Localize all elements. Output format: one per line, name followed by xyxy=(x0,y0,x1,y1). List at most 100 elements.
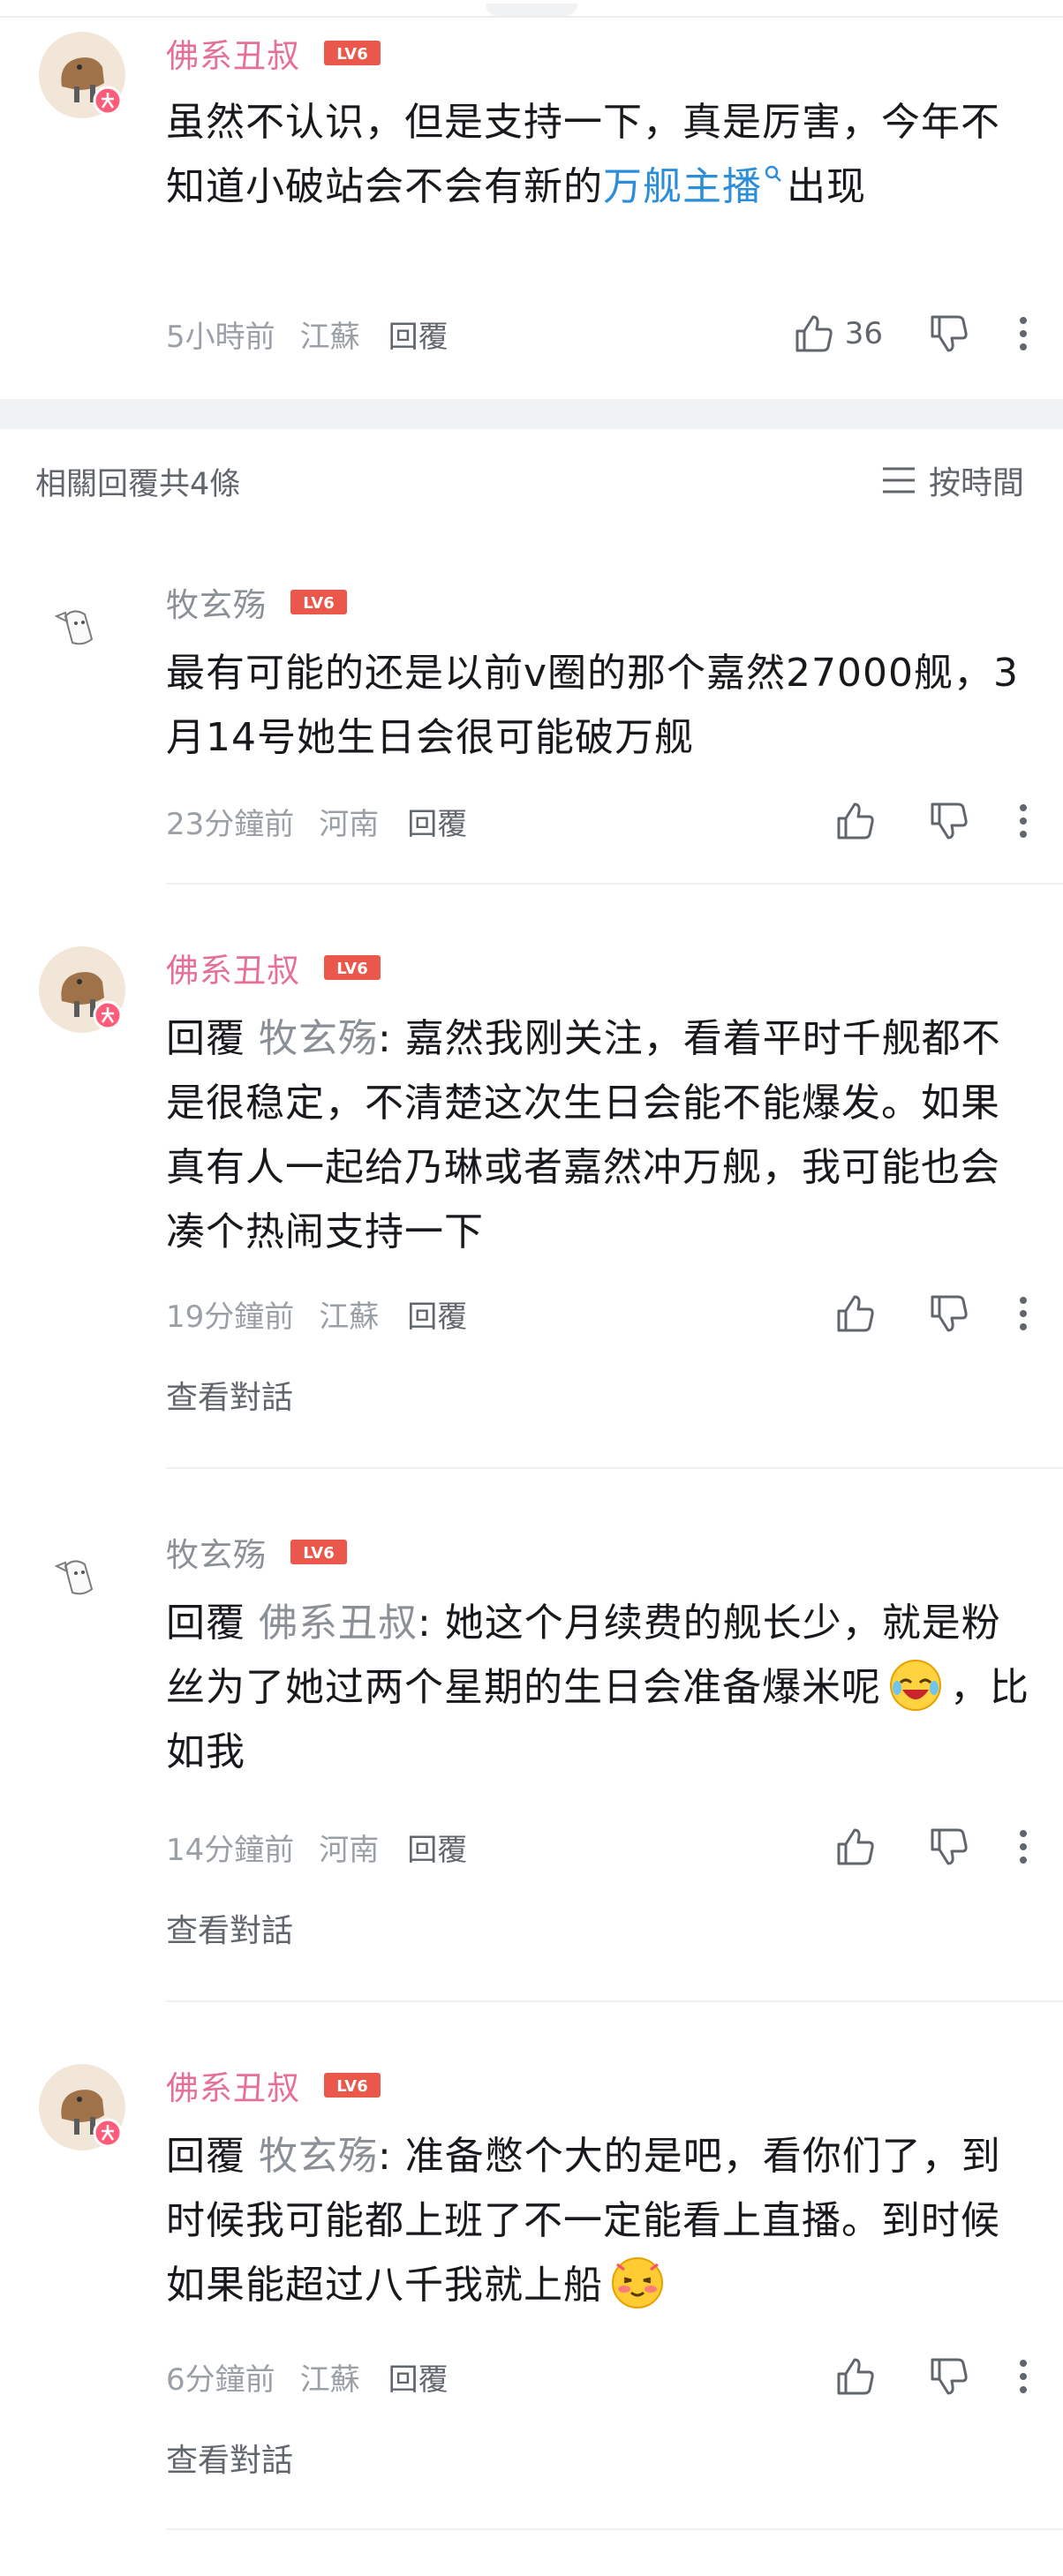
comment-meta: 6分鐘前 江蘇 回覆 xyxy=(166,2355,449,2398)
comment-actions xyxy=(835,1826,1063,1868)
dislike-button[interactable] xyxy=(929,2355,969,2398)
avatar[interactable] xyxy=(39,590,118,669)
dislike-button[interactable] xyxy=(929,800,969,842)
drag-handle[interactable] xyxy=(486,4,577,16)
comment-meta: 5小時前 江蘇 回覆 xyxy=(166,313,449,355)
comment-meta: 14分鐘前 河南 回覆 xyxy=(166,1826,467,1868)
like-count: 36 xyxy=(844,316,883,351)
sort-label: 按時間 xyxy=(928,465,1024,501)
dislike-button[interactable] xyxy=(929,1826,969,1868)
dislike-icon xyxy=(931,315,968,352)
like-button[interactable] xyxy=(835,2355,876,2398)
dislike-icon xyxy=(931,1295,968,1332)
search-icon xyxy=(765,165,781,182)
username-row: 佛系丑叔 LV6 xyxy=(166,29,381,77)
like-icon xyxy=(837,1295,874,1332)
level-badge: LV6 xyxy=(290,1540,347,1564)
username-row: 佛系丑叔 LV6 xyxy=(166,944,381,991)
more-button[interactable] xyxy=(1019,2355,1028,2398)
reply-target[interactable]: 牧玄殇 xyxy=(259,1016,378,1061)
reply-button[interactable]: 回覆 xyxy=(407,800,467,843)
more-button[interactable] xyxy=(1019,313,1028,355)
comment-actions xyxy=(835,2355,1063,2398)
more-icon xyxy=(1020,1830,1027,1864)
dislike-button[interactable] xyxy=(929,313,969,355)
reply-button[interactable]: 回覆 xyxy=(407,1826,467,1869)
like-button[interactable] xyxy=(835,1826,876,1868)
comment-actions xyxy=(835,1292,1063,1335)
comment-text: 最有可能的还是以前v圈的那个嘉然27000舰，3月14号她生日会很可能破万舰 xyxy=(166,651,1020,760)
like-button[interactable] xyxy=(835,800,876,842)
comment-meta: 23分鐘前 河南 回覆 xyxy=(166,800,467,842)
svg-text:LV6: LV6 xyxy=(303,1544,334,1563)
comment-text: 回覆 牧玄殇: 准备憋个大的是吧，看你们了，到时候我可能都上班了不一定能看上直播… xyxy=(166,2124,1031,2317)
username[interactable]: 牧玄殇 xyxy=(166,578,267,626)
divider xyxy=(166,2528,1063,2530)
username[interactable]: 佛系丑叔 xyxy=(166,2061,300,2109)
divider xyxy=(166,2000,1063,2002)
more-icon xyxy=(1020,1297,1027,1330)
comment-detail-page: 佛系丑叔 LV6 虽然不认识，但是支持一下，真是厉害，今年不知道小破站会不会有新… xyxy=(0,0,1063,2576)
comment-text: 回覆 佛系丑叔: 她这个月续费的舰长少，就是粉丝为了她过两个星期的生日会准备爆米… xyxy=(166,1601,1029,1774)
username-row: 牧玄殇 LV6 xyxy=(166,578,348,626)
location: 河南 xyxy=(319,1832,380,1868)
level-badge: LV6 xyxy=(324,955,381,980)
location: 河南 xyxy=(319,806,380,842)
avatar[interactable] xyxy=(39,2064,125,2150)
username-row: 佛系丑叔 LV6 xyxy=(166,2061,381,2109)
sort-button[interactable]: 按時間 xyxy=(881,457,1024,503)
sort-list-icon xyxy=(882,467,915,493)
replies-header: 相關回覆共4條 按時間 xyxy=(0,454,1063,507)
comment-actions: 36 xyxy=(794,313,1063,355)
avatar[interactable] xyxy=(39,1540,118,1619)
comment-meta: 19分鐘前 江蘇 回覆 xyxy=(166,1292,467,1335)
view-conversation-link[interactable]: 查看對話 xyxy=(166,1372,293,1418)
search-link[interactable]: 万舰主播 xyxy=(603,164,762,209)
reply-button[interactable]: 回覆 xyxy=(388,313,449,356)
more-button[interactable] xyxy=(1019,1826,1028,1868)
location: 江蘇 xyxy=(299,2361,360,2398)
more-icon xyxy=(1020,804,1027,838)
dislike-icon xyxy=(931,2358,968,2395)
more-icon xyxy=(1020,2360,1027,2393)
like-button[interactable]: 36 xyxy=(794,313,883,355)
divider xyxy=(166,883,1063,885)
like-icon xyxy=(837,2358,874,2395)
level-badge: LV6 xyxy=(290,590,347,614)
timestamp: 6分鐘前 xyxy=(166,2361,275,2398)
more-button[interactable] xyxy=(1019,1292,1028,1335)
timestamp: 19分鐘前 xyxy=(166,1299,295,1335)
comment-text: 回覆 牧玄殇: 嘉然我刚关注，看着平时千舰都不是很稳定，不清楚这次生日会能不能爆… xyxy=(166,1016,1001,1254)
avatar[interactable] xyxy=(39,946,125,1033)
blushing-emoji-icon xyxy=(612,2257,663,2309)
username[interactable]: 牧玄殇 xyxy=(166,1528,267,1576)
view-conversation-link[interactable]: 查看對話 xyxy=(166,1905,293,1951)
location: 江蘇 xyxy=(299,319,360,355)
laughing-emoji-icon xyxy=(890,1660,941,1711)
reply-count-title: 相關回覆共4條 xyxy=(35,467,241,502)
like-button[interactable] xyxy=(835,1292,876,1335)
reply-button[interactable]: 回覆 xyxy=(407,1292,467,1336)
reply-target[interactable]: 佛系丑叔 xyxy=(259,1601,418,1646)
level-badge: LV6 xyxy=(324,41,381,65)
reply-target[interactable]: 牧玄殇 xyxy=(259,2134,378,2179)
like-icon xyxy=(837,1828,874,1865)
more-icon xyxy=(1020,317,1027,350)
level-badge: LV6 xyxy=(324,2073,381,2098)
username[interactable]: 佛系丑叔 xyxy=(166,29,300,77)
comment-text: 虽然不认识，但是支持一下，真是厉害，今年不知道小破站会不会有新的万舰主播 出现 xyxy=(166,100,1000,209)
svg-text:LV6: LV6 xyxy=(336,45,367,64)
svg-text:LV6: LV6 xyxy=(336,960,367,978)
dislike-button[interactable] xyxy=(929,1292,969,1335)
timestamp: 14分鐘前 xyxy=(166,1832,295,1868)
divider xyxy=(166,1467,1063,1469)
timestamp: 5小時前 xyxy=(166,319,275,355)
dislike-icon xyxy=(931,802,968,840)
username[interactable]: 佛系丑叔 xyxy=(166,944,300,991)
like-icon xyxy=(795,315,833,352)
reply-button[interactable]: 回覆 xyxy=(388,2355,449,2399)
more-button[interactable] xyxy=(1019,800,1028,842)
svg-text:LV6: LV6 xyxy=(303,594,334,613)
avatar[interactable] xyxy=(39,32,125,118)
view-conversation-link[interactable]: 查看對話 xyxy=(166,2435,293,2481)
